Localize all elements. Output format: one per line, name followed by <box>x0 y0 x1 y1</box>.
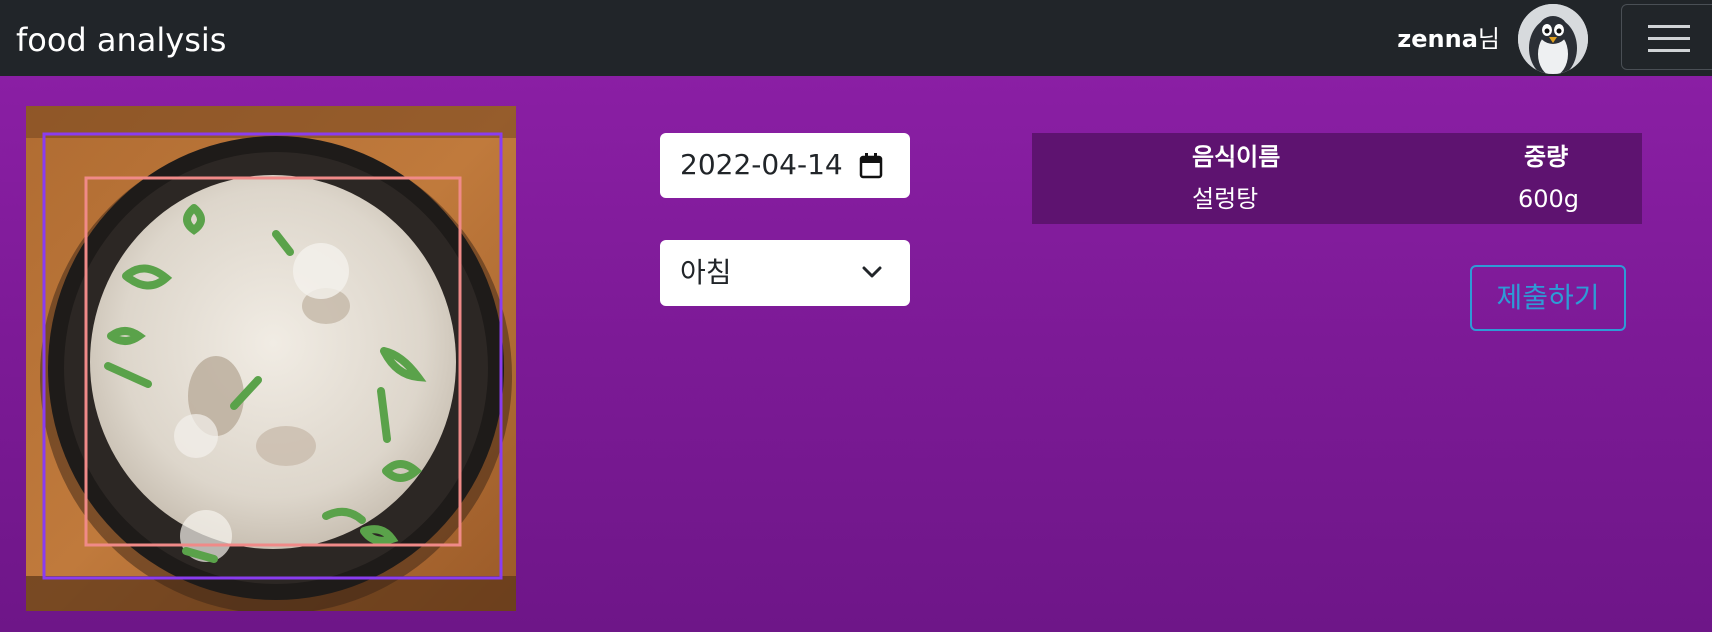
calendar-icon[interactable] <box>859 153 883 183</box>
header-weight: 중량 <box>1524 143 1569 171</box>
food-photo <box>26 106 516 614</box>
user-greeting: zenna님 <box>1397 22 1500 56</box>
brand-title[interactable]: food analysis <box>16 20 226 60</box>
meal-selected-value: 아침 <box>680 256 732 289</box>
user-suffix: 님 <box>1477 25 1500 53</box>
username: zenna <box>1397 25 1478 53</box>
meal-select[interactable]: 아침 <box>660 240 910 306</box>
cell-food-name: 설렁탕 <box>1192 185 1259 213</box>
hamburger-menu-button[interactable] <box>1621 4 1712 70</box>
food-image <box>26 106 516 614</box>
submit-button[interactable]: 제출하기 <box>1470 265 1626 331</box>
top-navbar: food analysis zenna님 <box>0 0 1712 76</box>
chevron-down-icon <box>862 264 882 283</box>
header-food-name: 음식이름 <box>1192 143 1281 171</box>
avatar[interactable] <box>1518 4 1588 74</box>
penguin-avatar-icon <box>1518 4 1588 74</box>
date-input[interactable]: 2022-04-14 <box>660 133 910 198</box>
cell-weight: 600g <box>1518 185 1580 213</box>
date-value: 2022-04-14 <box>680 148 843 181</box>
food-result-table: 음식이름 중량 설렁탕 600g <box>1032 133 1642 224</box>
